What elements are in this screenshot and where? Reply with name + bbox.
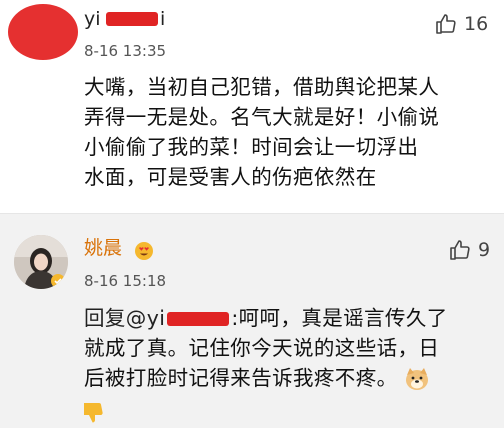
thumbs-up-outline-icon	[436, 14, 456, 34]
comment-body: 回复@yi :呵呵，真是谣言传久了 就成了真。记住你今天说的这些话，日 后被打脸时…	[84, 303, 494, 393]
comment-username[interactable]: 姚晨	[84, 237, 122, 259]
avatar[interactable]	[14, 235, 68, 289]
comment-line: 大嘴，当初自己犯错，借助舆论把某人	[84, 75, 440, 99]
comment-line: 就成了真。记住你今天说的这些话，日	[84, 336, 440, 360]
reply-mention[interactable]: 回复@yi	[84, 306, 165, 330]
comment-body: 大嘴，当初自己犯错，借助舆论把某人 弄得一无是处。名气大就是好！小偷说 小偷偷了…	[84, 72, 494, 192]
avatar[interactable]	[8, 4, 78, 60]
heart-eyes-emoji-icon	[135, 242, 153, 260]
like-button[interactable]: 9	[448, 238, 490, 262]
comment-line: 水面，可是受害人的伤疤依然在	[84, 165, 377, 189]
username-redaction	[106, 12, 158, 26]
comment-line: 后被打脸时记得来告诉我疼不疼。	[84, 363, 494, 393]
like-count: 16	[464, 13, 489, 35]
comment-timestamp: 8-16 15:18	[84, 272, 167, 290]
reply-text: :呵呵，真是谣言传久了	[231, 306, 448, 330]
comment-line: 弄得一无是处。名气大就是好！小偷说	[84, 105, 440, 129]
comment-timestamp: 8-16 13:35	[84, 42, 167, 60]
thumbs-up-outline-icon	[450, 240, 470, 260]
like-button[interactable]: 16	[434, 12, 488, 36]
avatar-photo-image	[14, 235, 68, 289]
comment-line: 小偷偷了我的菜！时间会让一切浮出	[84, 135, 419, 159]
mention-redaction	[167, 312, 230, 326]
doge-emoji-icon	[406, 368, 429, 390]
comment-1: yi i 8-16 13:35 16 大嘴，当初自己犯错，借助舆论把某人 弄得一…	[0, 0, 504, 214]
reply-line: 回复@yi :呵呵，真是谣言传久了	[84, 303, 494, 333]
thumbs-down-icon[interactable]	[80, 400, 106, 426]
like-count: 9	[478, 239, 491, 261]
comment-username[interactable]: yi	[84, 8, 101, 30]
comment-username-tail: i	[160, 8, 166, 30]
